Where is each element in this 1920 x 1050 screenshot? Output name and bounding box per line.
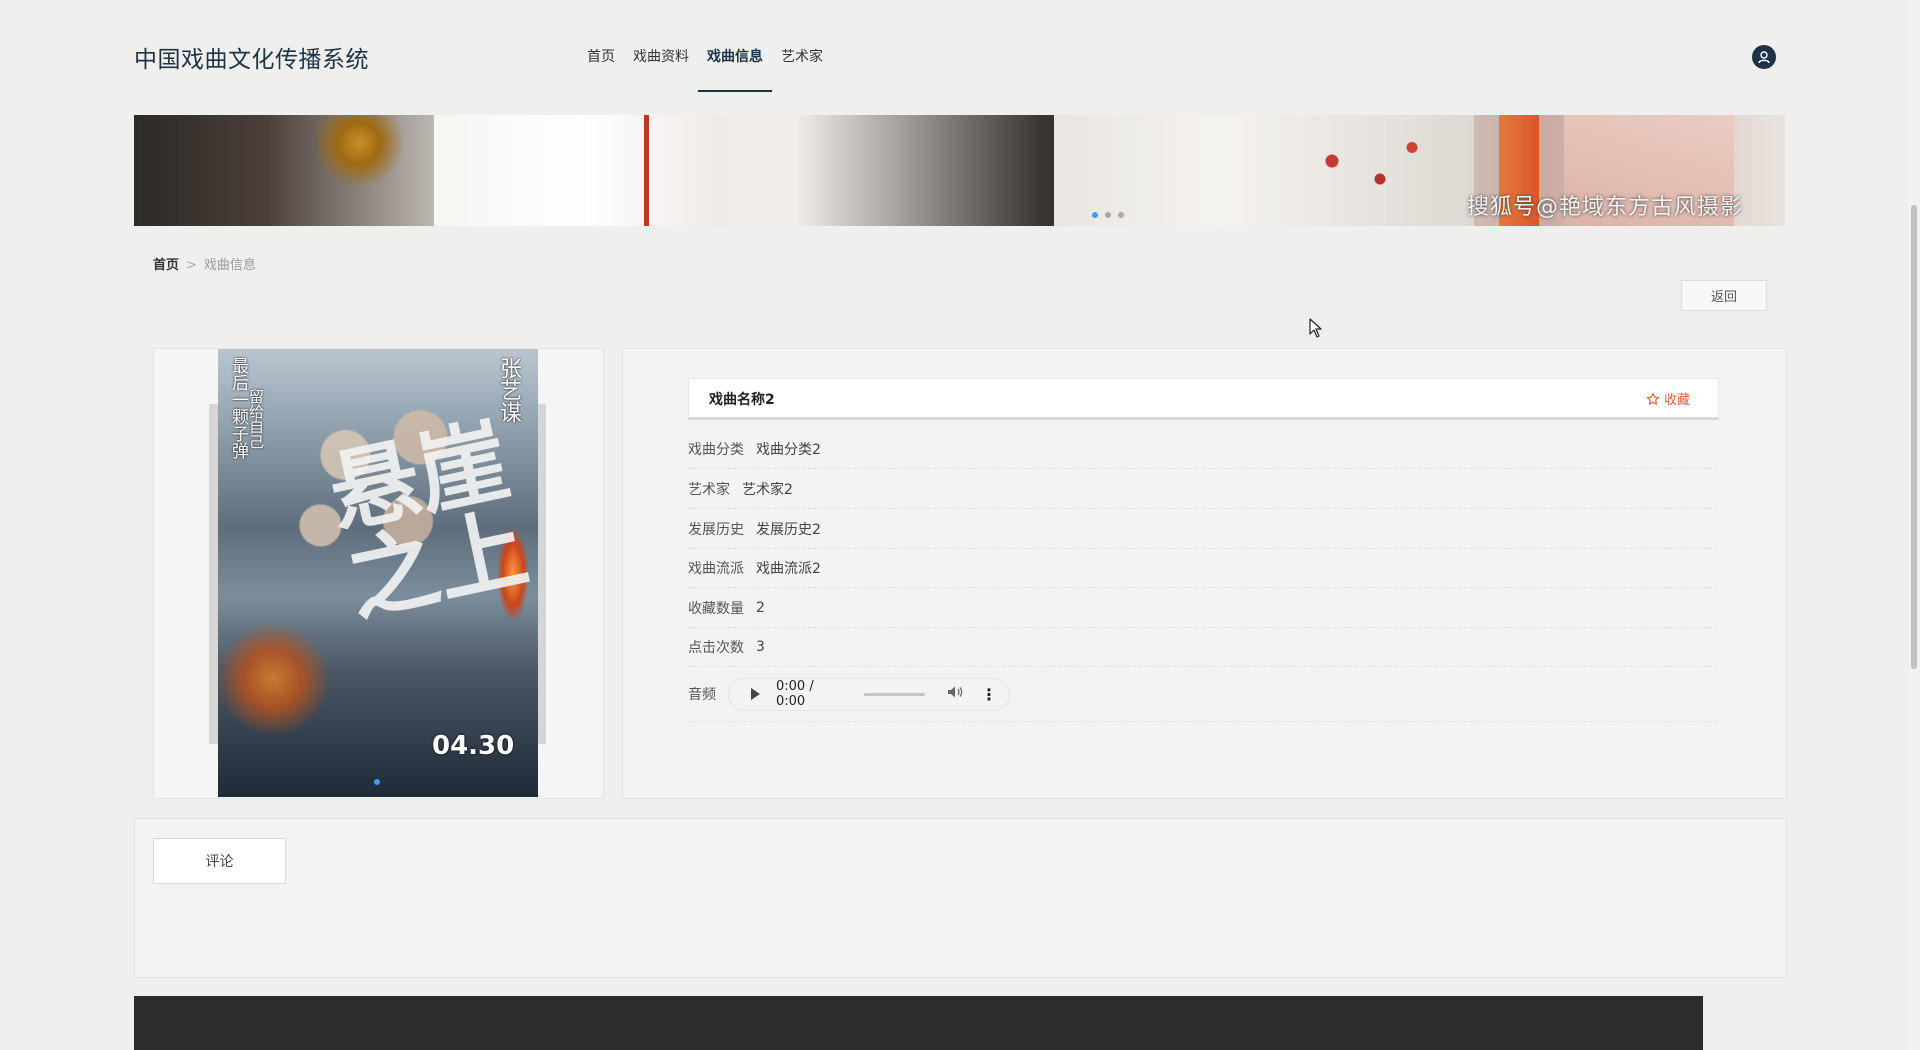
poster-calligraphy: 悬崖之上 [319, 406, 537, 636]
carousel-dot-3[interactable] [1118, 212, 1124, 218]
favorite-label: 收藏 [1663, 393, 1690, 408]
opera-name: 戏曲名称2 [709, 392, 775, 408]
field-label: 点击次数 [688, 639, 744, 656]
detail-row-history: 发展历史 发展历史2 [688, 509, 1717, 549]
poster-indicator-dot[interactable] [374, 779, 380, 785]
field-label: 发展历史 [688, 521, 744, 538]
field-value: 3 [756, 638, 765, 655]
user-icon [1758, 51, 1770, 64]
nav-item-opera-info[interactable]: 戏曲信息 [698, 46, 772, 92]
poster-date: 04.30 [432, 731, 515, 761]
carousel-dot-2[interactable] [1105, 212, 1111, 218]
field-label: 戏曲分类 [688, 441, 744, 458]
field-value: 发展历史2 [756, 521, 821, 538]
detail-row-category: 戏曲分类 戏曲分类2 [688, 429, 1717, 469]
star-icon [1646, 392, 1660, 405]
audio-player[interactable]: 0:00 / 0:00 ⋮ [728, 677, 1010, 711]
banner-ornament [304, 115, 414, 185]
breadcrumb-separator: > [186, 258, 197, 273]
poster-image: 悬崖之上 最后一颗子弹 留给自己 张艺谋 04.30 [218, 349, 538, 797]
banner-watermark: 搜狐号@艳域东方古风摄影 [1466, 195, 1743, 220]
poster-tagline-2: 留给自己 [247, 389, 265, 449]
poster-glow [218, 619, 328, 739]
carousel-dot-1[interactable] [1092, 212, 1098, 218]
nav-item-artists[interactable]: 艺术家 [772, 46, 832, 92]
page-scrollbar[interactable] [1908, 0, 1920, 1050]
field-value: 戏曲分类2 [756, 441, 821, 458]
volume-icon[interactable] [947, 685, 963, 703]
footer [134, 996, 1703, 1050]
field-label: 戏曲流派 [688, 560, 744, 577]
poster-director: 张艺谋 [496, 357, 521, 423]
field-value: 艺术家2 [742, 481, 793, 498]
detail-row-clicks: 点击次数 3 [688, 627, 1717, 667]
comment-panel [134, 818, 1787, 978]
opera-name-box: 戏曲名称2 收藏 [688, 378, 1719, 420]
breadcrumb-home[interactable]: 首页 [153, 258, 179, 273]
user-avatar-button[interactable] [1752, 45, 1776, 69]
field-value: 2 [756, 599, 765, 616]
field-label: 收藏数量 [688, 600, 744, 617]
more-vertical-icon[interactable]: ⋮ [981, 685, 997, 704]
detail-row-artist: 艺术家 艺术家2 [688, 469, 1717, 509]
play-icon[interactable] [751, 688, 760, 700]
nav-item-opera-materials[interactable]: 戏曲资料 [624, 46, 698, 92]
banner-flower-pattern [1284, 125, 1444, 215]
audio-progress-slider[interactable] [863, 692, 925, 696]
favorite-button[interactable]: 收藏 [1646, 389, 1690, 408]
back-button[interactable]: 返回 [1681, 280, 1767, 311]
detail-row-favorites: 收藏数量 2 [688, 588, 1717, 628]
main-nav: 首页 戏曲资料 戏曲信息 艺术家 [578, 46, 832, 92]
audio-time: 0:00 / 0:00 [776, 679, 814, 709]
scrollbar-thumb[interactable] [1911, 205, 1917, 669]
breadcrumb: 首页 > 戏曲信息 [153, 254, 256, 273]
site-title: 中国戏曲文化传播系统 [134, 47, 369, 73]
detail-row-school: 戏曲流派 戏曲流派2 [688, 548, 1717, 588]
breadcrumb-current: 戏曲信息 [203, 258, 256, 273]
audio-label: 音频 [688, 687, 716, 703]
banner-robe [434, 115, 724, 226]
banner-carousel: 搜狐号@艳域东方古风摄影 [134, 115, 1785, 226]
detail-row-audio: 音频 0:00 / 0:00 ⋮ [688, 667, 1717, 722]
nav-item-home[interactable]: 首页 [578, 46, 624, 92]
field-value: 戏曲流派2 [756, 560, 821, 577]
field-label: 艺术家 [688, 481, 730, 498]
carousel-indicators [1092, 212, 1124, 218]
banner-red-stripe [644, 115, 649, 226]
comment-tab[interactable]: 评论 [153, 838, 286, 884]
